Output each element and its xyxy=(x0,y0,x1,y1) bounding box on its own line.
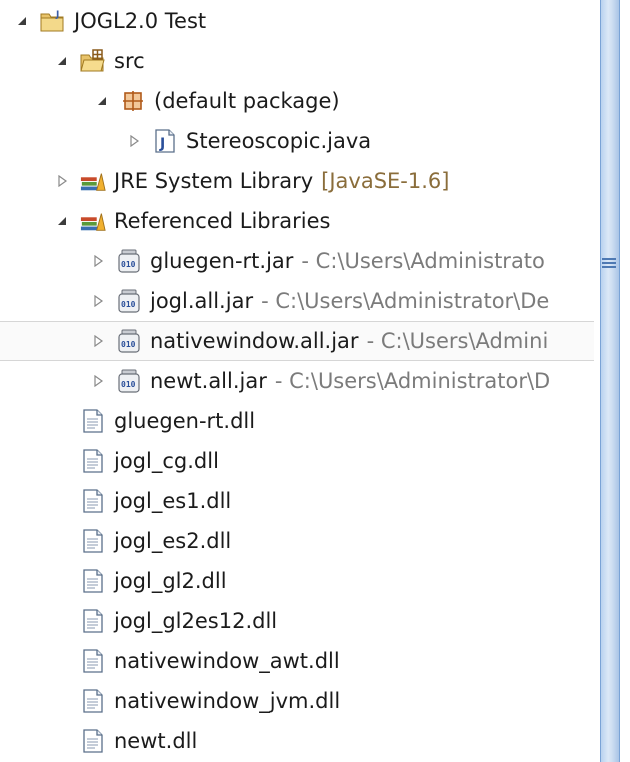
svg-text:J: J xyxy=(55,10,59,20)
jar-path: - C:\Users\Administrato xyxy=(301,249,545,273)
default-package-label: (default package) xyxy=(154,89,340,113)
jar-icon: 010 xyxy=(116,248,142,274)
file-label: jogl_es1.dll xyxy=(114,489,232,513)
jar-label: gluegen-rt.jar xyxy=(150,249,294,273)
tree-item-file[interactable]: nativewindow_jvm.dll xyxy=(0,681,594,721)
file-icon xyxy=(80,688,106,714)
collapsed-arrow-icon[interactable] xyxy=(90,293,106,309)
scrollbar-grip-icon[interactable] xyxy=(602,258,616,270)
tree-item-default-package[interactable]: (default package) xyxy=(0,81,594,121)
tree-item-file[interactable]: jogl_cg.dll xyxy=(0,441,594,481)
file-icon xyxy=(80,448,106,474)
jar-icon: 010 xyxy=(116,368,142,394)
jar-icon: 010 xyxy=(116,288,142,314)
expanded-arrow-icon[interactable] xyxy=(54,213,70,229)
tree-item-file[interactable]: nativewindow_awt.dll xyxy=(0,641,594,681)
file-label: nativewindow_awt.dll xyxy=(114,649,340,673)
jre-label: JRE System Library xyxy=(114,169,314,193)
tree-item-src[interactable]: src xyxy=(0,41,594,81)
file-label: jogl_gl2es12.dll xyxy=(114,609,278,633)
file-icon xyxy=(80,648,106,674)
library-icon xyxy=(80,168,106,194)
tree-item-stereoscopic-java[interactable]: J Stereoscopic.java xyxy=(0,121,594,161)
tree-item-file[interactable]: gluegen-rt.dll xyxy=(0,401,594,441)
tree-item-file[interactable]: newt.dll xyxy=(0,721,594,761)
tree-item-jar[interactable]: 010 gluegen-rt.jar - C:\Users\Administra… xyxy=(0,241,594,281)
vertical-scrollbar[interactable] xyxy=(594,0,630,762)
expanded-arrow-icon[interactable] xyxy=(94,93,110,109)
project-label: JOGL2.0 Test xyxy=(74,9,207,33)
java-project-icon: J xyxy=(40,8,66,34)
jar-label: jogl.all.jar xyxy=(150,289,254,313)
file-label: jogl_es2.dll xyxy=(114,529,232,553)
file-icon xyxy=(80,608,106,634)
file-label: newt.dll xyxy=(114,729,198,753)
file-icon xyxy=(80,488,106,514)
file-icon xyxy=(80,728,106,754)
collapsed-arrow-icon[interactable] xyxy=(90,333,106,349)
collapsed-arrow-icon[interactable] xyxy=(90,253,106,269)
jar-path: - C:\Users\Administrator\D xyxy=(274,369,551,393)
svg-text:010: 010 xyxy=(121,380,136,389)
tree-item-jar[interactable]: 010 jogl.all.jar - C:\Users\Administrato… xyxy=(0,281,594,321)
svg-text:010: 010 xyxy=(121,340,136,349)
library-icon xyxy=(80,208,106,234)
java-file-icon: J xyxy=(152,128,178,154)
jar-label: nativewindow.all.jar xyxy=(150,329,359,353)
svg-text:010: 010 xyxy=(121,300,136,309)
svg-text:J: J xyxy=(159,136,165,152)
collapsed-arrow-icon[interactable] xyxy=(126,133,142,149)
file-label: jogl_gl2.dll xyxy=(114,569,227,593)
scrollbar-thumb[interactable] xyxy=(600,0,620,762)
tree-item-file[interactable]: jogl_es1.dll xyxy=(0,481,594,521)
tree-item-project[interactable]: J JOGL2.0 Test xyxy=(0,1,594,41)
tree-item-file[interactable]: jogl_es2.dll xyxy=(0,521,594,561)
file-icon xyxy=(80,408,106,434)
referenced-libraries-label: Referenced Libraries xyxy=(114,209,331,233)
collapsed-arrow-icon[interactable] xyxy=(54,173,70,189)
expanded-arrow-icon[interactable] xyxy=(14,13,30,29)
svg-text:010: 010 xyxy=(121,260,136,269)
package-icon xyxy=(120,88,146,114)
jar-label: newt.all.jar xyxy=(150,369,267,393)
src-label: src xyxy=(114,49,145,73)
package-explorer-tree: J JOGL2.0 Test src (default package) J S… xyxy=(0,0,594,762)
jar-path: - C:\Users\Admini xyxy=(366,329,549,353)
tree-item-referenced-libraries[interactable]: Referenced Libraries xyxy=(0,201,594,241)
file-label: gluegen-rt.dll xyxy=(114,409,256,433)
stereoscopic-java-label: Stereoscopic.java xyxy=(186,129,372,153)
jar-icon: 010 xyxy=(116,328,142,354)
file-label: nativewindow_jvm.dll xyxy=(114,689,341,713)
tree-item-jre-system-library[interactable]: JRE System Library [JavaSE-1.6] xyxy=(0,161,594,201)
tree-item-jar-selected[interactable]: 010 nativewindow.all.jar - C:\Users\Admi… xyxy=(0,321,594,361)
tree-item-jar[interactable]: 010 newt.all.jar - C:\Users\Administrato… xyxy=(0,361,594,401)
jar-path: - C:\Users\Administrator\De xyxy=(261,289,550,313)
file-icon xyxy=(80,528,106,554)
collapsed-arrow-icon[interactable] xyxy=(90,373,106,389)
file-label: jogl_cg.dll xyxy=(114,449,219,473)
file-icon xyxy=(80,568,106,594)
tree-item-file[interactable]: jogl_gl2.dll xyxy=(0,561,594,601)
tree-item-file[interactable]: jogl_gl2es12.dll xyxy=(0,601,594,641)
expanded-arrow-icon[interactable] xyxy=(54,53,70,69)
source-folder-icon xyxy=(80,48,106,74)
jre-version-decoration: [JavaSE-1.6] xyxy=(321,169,450,193)
